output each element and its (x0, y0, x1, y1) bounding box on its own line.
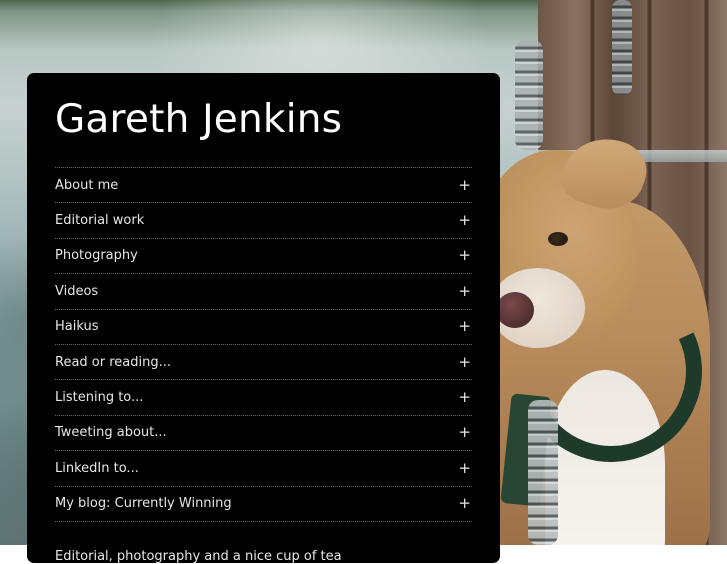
expand-plus-icon[interactable]: + (458, 425, 472, 440)
menu-item-label: Listening to... (55, 390, 144, 406)
menu-item-about-me[interactable]: About me + (55, 168, 472, 204)
menu-item-label: LinkedIn to... (55, 460, 139, 476)
menu-item-label: Videos (55, 283, 99, 299)
menu-item-photography[interactable]: Photography + (55, 239, 472, 275)
background-chain (515, 40, 543, 150)
menu-item-videos[interactable]: Videos + (55, 274, 472, 310)
menu-item-read-or-reading[interactable]: Read or reading... + (55, 345, 472, 381)
content-panel: Gareth Jenkins About me + Editorial work… (27, 73, 500, 564)
menu-item-label: Tweeting about... (55, 425, 167, 441)
expand-plus-icon[interactable]: + (458, 213, 472, 228)
expand-plus-icon[interactable]: + (458, 354, 472, 370)
expand-plus-icon[interactable]: + (458, 390, 472, 405)
expand-plus-icon[interactable]: + (458, 496, 472, 511)
expand-plus-icon[interactable]: + (458, 177, 472, 193)
expand-plus-icon[interactable]: + (458, 248, 472, 263)
expand-plus-icon[interactable]: + (458, 283, 472, 299)
menu-item-linkedin-to[interactable]: LinkedIn to... + (55, 451, 472, 487)
menu-item-label: About me (55, 177, 119, 193)
menu-item-haikus[interactable]: Haikus + (55, 310, 472, 345)
menu-item-editorial-work[interactable]: Editorial work + (55, 203, 472, 239)
menu-item-my-blog[interactable]: My blog: Currently Winning + (55, 487, 472, 522)
menu-item-label: Editorial work (55, 213, 145, 229)
menu-item-listening-to[interactable]: Listening to... + (55, 380, 472, 416)
menu-item-label: Read or reading... (55, 354, 172, 370)
menu-item-label: Photography (55, 248, 138, 264)
expand-plus-icon[interactable]: + (458, 460, 472, 476)
nav-menu: About me + Editorial work + Photography … (55, 167, 472, 522)
menu-item-tweeting-about[interactable]: Tweeting about... + (55, 416, 472, 452)
expand-plus-icon[interactable]: + (458, 319, 472, 334)
dog-chain (528, 400, 558, 545)
menu-item-label: My blog: Currently Winning (55, 496, 232, 512)
menu-item-label: Haikus (55, 319, 99, 335)
dog-nose (496, 292, 534, 328)
site-title[interactable]: Gareth Jenkins (55, 73, 472, 143)
dog-eye (548, 232, 568, 246)
background-chain-upper (612, 0, 632, 95)
site-tagline: Editorial, photography and a nice cup of… (55, 548, 342, 564)
